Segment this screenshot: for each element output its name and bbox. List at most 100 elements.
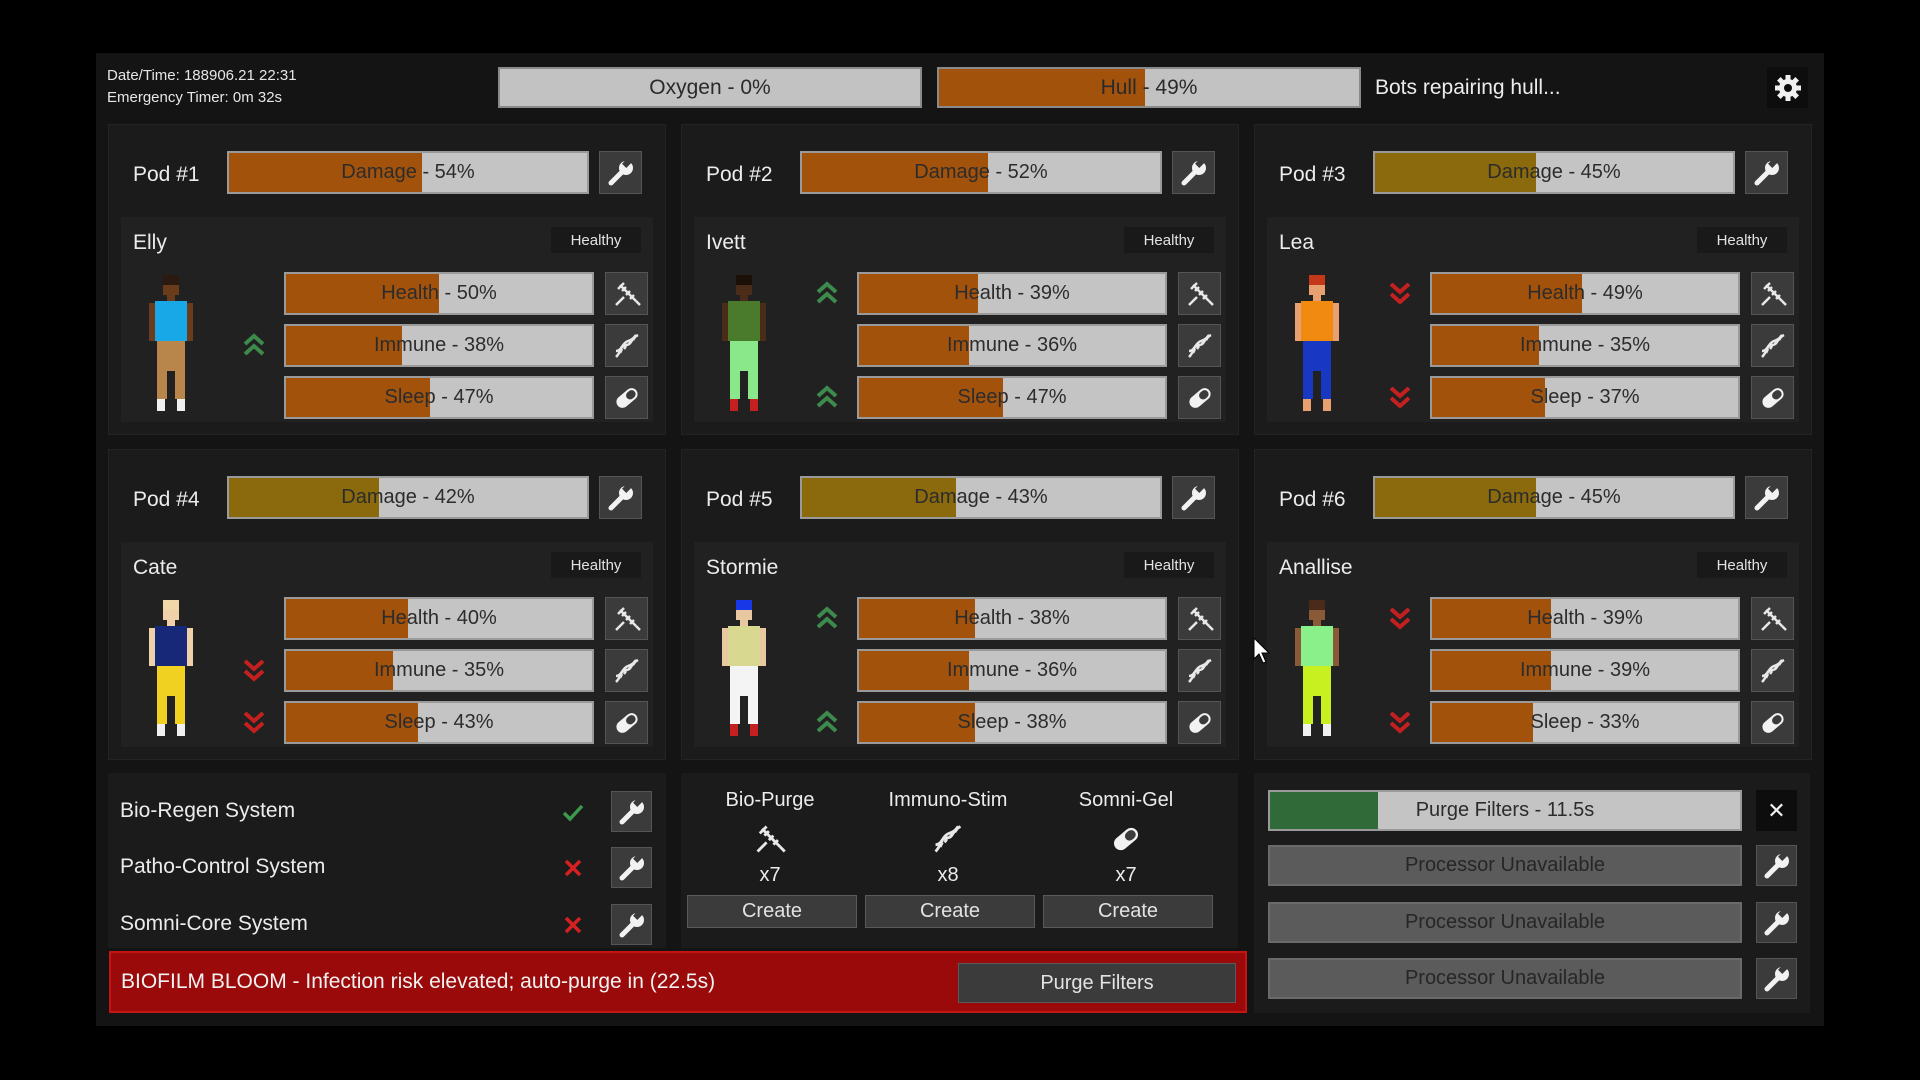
create-immuno-stim-button[interactable]: Create — [865, 895, 1035, 928]
pod-label: Pod #4 — [133, 488, 200, 511]
pod-panel: Pod #4 Damage - 42% Cate Healthy Health … — [108, 449, 666, 760]
settings-button[interactable] — [1767, 67, 1808, 108]
treat-health-button[interactable] — [605, 272, 648, 315]
processor-3-bar: Processor Unavailable — [1268, 902, 1742, 943]
pod-label: Pod #6 — [1279, 488, 1346, 511]
health-bar: Health - 38% — [857, 597, 1167, 640]
occupant-name: Cate — [133, 556, 178, 579]
pod-panel: Pod #5 Damage - 43% Stormie Healthy Heal… — [681, 449, 1239, 760]
damage-bar: Damage - 42% — [227, 476, 589, 519]
sleep-label: Sleep - 47% — [384, 386, 494, 408]
repair-somni-core-button[interactable] — [611, 904, 652, 945]
systems-panel: Bio-Regen System Patho-Control System So… — [108, 773, 666, 948]
treat-immune-button[interactable] — [1178, 649, 1221, 692]
emergency-timer: Emergency Timer: 0m 32s — [107, 89, 283, 106]
treat-sleep-button[interactable] — [1751, 376, 1794, 419]
wrench-icon — [1752, 157, 1782, 188]
damage-label: Damage - 42% — [341, 486, 475, 508]
immune-bar: Immune - 35% — [1430, 324, 1740, 367]
wrench-icon — [1752, 482, 1782, 513]
immune-label: Immune - 38% — [373, 334, 505, 356]
pill-icon — [1758, 708, 1788, 738]
status-badge: Healthy — [551, 552, 641, 578]
treat-sleep-button[interactable] — [605, 376, 648, 419]
syringe-icon — [1185, 604, 1215, 634]
immune-bar: Immune - 35% — [284, 649, 594, 692]
dna-icon — [1185, 331, 1215, 361]
create-bio-purge-button[interactable]: Create — [687, 895, 857, 928]
repair-pod-button[interactable] — [599, 476, 642, 519]
repair-bio-regen-button[interactable] — [611, 791, 652, 832]
status-badge: Healthy — [1124, 552, 1214, 578]
repair-pod-button[interactable] — [1745, 476, 1788, 519]
repair-processor-3-button[interactable] — [1756, 902, 1797, 943]
repair-pod-button[interactable] — [599, 151, 642, 194]
status-message: Bots repairing hull... — [1375, 76, 1561, 99]
repair-processor-2-button[interactable] — [1756, 845, 1797, 886]
immune-label: Immune - 36% — [946, 334, 1078, 356]
health-bar: Health - 49% — [1430, 272, 1740, 315]
occupant-panel: Anallise Healthy Health - 39% Immune - 3… — [1267, 542, 1799, 747]
treat-sleep-button[interactable] — [1751, 701, 1794, 744]
treat-health-button[interactable] — [1178, 272, 1221, 315]
trend-up-icon — [814, 709, 840, 735]
immune-bar: Immune - 38% — [284, 324, 594, 367]
occupant-avatar — [1287, 273, 1347, 413]
sleep-bar: Sleep - 38% — [857, 701, 1167, 744]
treat-immune-button[interactable] — [605, 324, 648, 367]
pod-panel: Pod #2 Damage - 52% Ivett Healthy Health… — [681, 124, 1239, 435]
repair-patho-control-button[interactable] — [611, 847, 652, 888]
pill-icon — [612, 708, 642, 738]
treat-health-button[interactable] — [1751, 272, 1794, 315]
repair-processor-4-button[interactable] — [1756, 958, 1797, 999]
sleep-bar: Sleep - 43% — [284, 701, 594, 744]
dna-icon — [612, 331, 642, 361]
treat-health-button[interactable] — [605, 597, 648, 640]
immune-label: Immune - 36% — [946, 659, 1078, 681]
pill-icon — [612, 383, 642, 413]
repair-pod-button[interactable] — [1172, 151, 1215, 194]
hull-label: Hull - 49% — [1100, 75, 1198, 99]
treat-sleep-button[interactable] — [605, 701, 648, 744]
wrench-icon — [1762, 963, 1792, 994]
pill-icon — [1109, 822, 1143, 856]
status-badge: Healthy — [551, 227, 641, 253]
occupant-avatar — [141, 273, 201, 413]
damage-bar: Damage - 43% — [800, 476, 1162, 519]
dna-icon — [1185, 656, 1215, 686]
treat-health-button[interactable] — [1178, 597, 1221, 640]
treat-sleep-button[interactable] — [1178, 376, 1221, 419]
purge-filters-button[interactable]: Purge Filters — [958, 963, 1236, 1003]
health-bar: Health - 39% — [857, 272, 1167, 315]
syringe-icon — [612, 279, 642, 309]
treat-immune-button[interactable] — [1751, 649, 1794, 692]
damage-bar: Damage - 52% — [800, 151, 1162, 194]
health-label: Health - 40% — [381, 607, 497, 629]
repair-pod-button[interactable] — [1172, 476, 1215, 519]
system-name-somni-core: Somni-Core System — [120, 912, 308, 935]
dna-icon — [612, 656, 642, 686]
immune-label: Immune - 35% — [1519, 334, 1651, 356]
treat-immune-button[interactable] — [605, 649, 648, 692]
cross-icon — [561, 856, 585, 880]
occupant-panel: Cate Healthy Health - 40% Immune - 35% S… — [121, 542, 653, 747]
immune-bar: Immune - 39% — [1430, 649, 1740, 692]
trend-up-icon — [241, 332, 267, 358]
repair-pod-button[interactable] — [1745, 151, 1788, 194]
treat-health-button[interactable] — [1751, 597, 1794, 640]
sleep-bar: Sleep - 37% — [1430, 376, 1740, 419]
occupant-name: Ivett — [706, 231, 746, 254]
status-badge: Healthy — [1697, 227, 1787, 253]
occupant-name: Lea — [1279, 231, 1315, 254]
treat-immune-button[interactable] — [1751, 324, 1794, 367]
treat-sleep-button[interactable] — [1178, 701, 1221, 744]
treat-immune-button[interactable] — [1178, 324, 1221, 367]
processor-4-bar: Processor Unavailable — [1268, 958, 1742, 999]
treatment-name: Immuno-Stim — [888, 789, 1008, 811]
create-somni-gel-button[interactable]: Create — [1043, 895, 1213, 928]
sleep-label: Sleep - 47% — [957, 386, 1067, 408]
syringe-icon — [1758, 279, 1788, 309]
cancel-processor-button[interactable]: ✕ — [1756, 790, 1797, 831]
occupant-avatar — [1287, 598, 1347, 738]
pod-panel: Pod #6 Damage - 45% Anallise Healthy Hea… — [1254, 449, 1812, 760]
